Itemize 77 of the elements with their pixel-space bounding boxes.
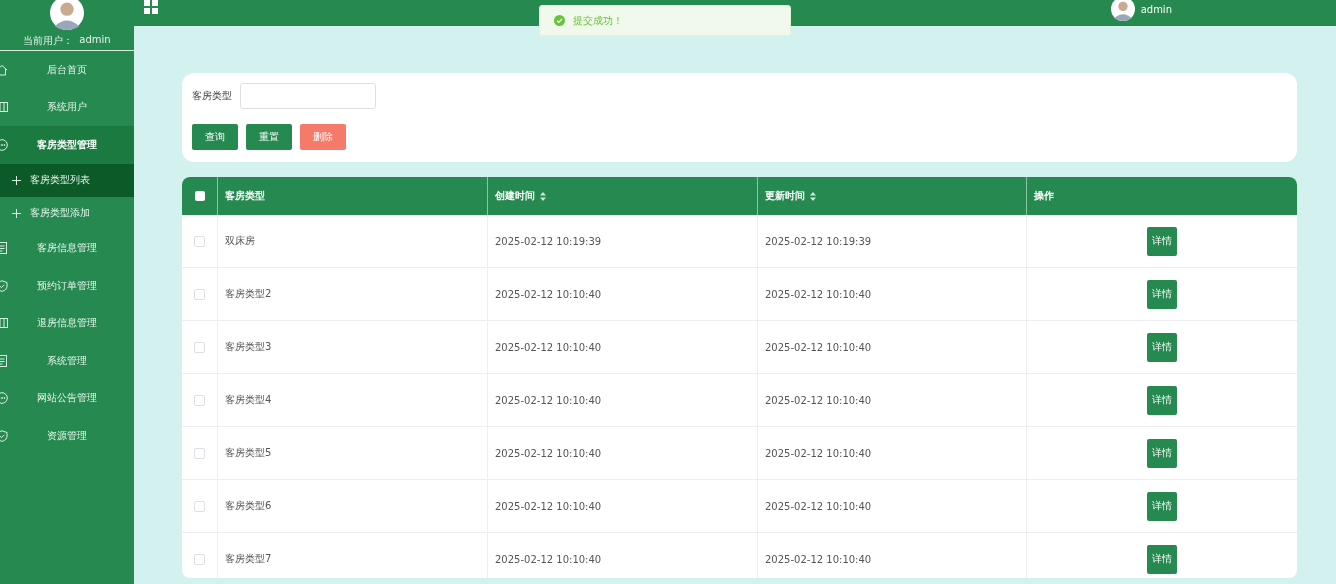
sort-icon[interactable] <box>810 191 816 201</box>
menu-item[interactable]: 退房信息管理 <box>0 304 134 342</box>
table-cell: 2025-02-12 10:19:39 <box>495 235 602 247</box>
action-button[interactable]: 重置 <box>246 124 292 150</box>
table-cell: 客房类型5 <box>225 446 272 460</box>
table-cell: 2025-02-12 10:10:40 <box>495 553 602 565</box>
column-header: 操作 <box>1034 189 1054 203</box>
submenu-item[interactable]: 客房类型添加 <box>0 196 134 230</box>
details-button[interactable]: 详情 <box>1147 226 1177 256</box>
menu-item[interactable]: 资源管理 <box>0 417 134 455</box>
home-icon <box>0 63 8 76</box>
details-button[interactable]: 详情 <box>1147 279 1177 309</box>
plus-icon <box>12 175 21 185</box>
table-cell: 2025-02-12 10:19:39 <box>765 235 872 247</box>
menu-item[interactable]: 后台首页 <box>0 51 134 89</box>
toast-message: 提交成功！ <box>573 13 623 28</box>
dots-icon <box>0 138 8 151</box>
table-cell: 客房类型3 <box>225 340 272 354</box>
menu-item[interactable]: 系统管理 <box>0 342 134 380</box>
table-cell: 2025-02-12 10:10:40 <box>765 500 872 512</box>
menu-item[interactable]: 网站公告管理 <box>0 379 134 417</box>
current-user: admin <box>79 34 111 47</box>
cols-icon <box>0 317 8 330</box>
table-cell: 2025-02-12 10:10:40 <box>765 553 872 565</box>
delete-button[interactable]: 删除 <box>300 124 346 150</box>
check-circle-icon <box>554 15 565 26</box>
menu-item[interactable]: 客房类型管理 <box>0 126 134 164</box>
avatar-icon <box>50 0 84 30</box>
doc-icon <box>0 242 8 255</box>
plus-icon <box>12 208 21 218</box>
row-checkbox[interactable] <box>194 341 205 353</box>
details-button[interactable]: 详情 <box>1147 438 1177 468</box>
select-all-checkbox[interactable] <box>194 191 205 201</box>
username: admin <box>1140 3 1172 15</box>
current-user-label: 当前用户： <box>23 34 74 48</box>
table-cell: 客房类型2 <box>225 287 272 301</box>
cols-icon <box>0 101 8 114</box>
shield-icon <box>0 429 8 442</box>
menu-item[interactable]: 系统用户 <box>0 88 134 126</box>
table-cell: 2025-02-12 10:10:40 <box>765 394 872 406</box>
table-cell: 客房类型7 <box>225 552 272 566</box>
table-cell: 双床房 <box>225 234 255 248</box>
action-button[interactable]: 查询 <box>192 124 238 150</box>
avatar-icon <box>1110 0 1135 21</box>
column-header: 创建时间 <box>495 189 535 203</box>
dots-icon <box>0 392 8 405</box>
field-label: 客房类型 <box>192 89 232 103</box>
table-cell: 2025-02-12 10:10:40 <box>495 500 602 512</box>
table-cell: 2025-02-12 10:10:40 <box>495 447 602 459</box>
row-checkbox[interactable] <box>194 553 205 565</box>
room-type-field[interactable] <box>240 83 376 109</box>
table-cell: 2025-02-12 10:10:40 <box>495 341 602 353</box>
details-button[interactable]: 详情 <box>1147 332 1177 362</box>
table-cell: 2025-02-12 10:10:40 <box>765 288 872 300</box>
table-cell: 客房类型6 <box>225 499 272 513</box>
row-checkbox[interactable] <box>194 447 205 459</box>
table-cell: 2025-02-12 10:10:40 <box>765 341 872 353</box>
shield-icon <box>0 279 8 292</box>
column-header: 更新时间 <box>765 189 805 203</box>
column-header: 客房类型 <box>225 189 265 203</box>
details-button[interactable]: 详情 <box>1147 491 1177 521</box>
submenu-item[interactable]: 客房类型列表 <box>0 163 134 197</box>
menu-item[interactable]: 客房信息管理 <box>0 229 134 267</box>
menu-item[interactable]: 预约订单管理 <box>0 267 134 305</box>
details-button[interactable]: 详情 <box>1147 385 1177 415</box>
sort-icon[interactable] <box>540 191 546 201</box>
details-button[interactable]: 详情 <box>1147 544 1177 574</box>
table-cell: 2025-02-12 10:10:40 <box>495 394 602 406</box>
row-checkbox[interactable] <box>194 288 205 300</box>
row-checkbox[interactable] <box>194 500 205 512</box>
row-checkbox[interactable] <box>194 394 205 406</box>
table-cell: 2025-02-12 10:10:40 <box>765 447 872 459</box>
doc-icon <box>0 354 8 367</box>
grid-menu-icon[interactable] <box>144 0 158 14</box>
table-cell: 2025-02-12 10:10:40 <box>495 288 602 300</box>
row-checkbox[interactable] <box>194 235 205 247</box>
table-cell: 客房类型4 <box>225 393 272 407</box>
